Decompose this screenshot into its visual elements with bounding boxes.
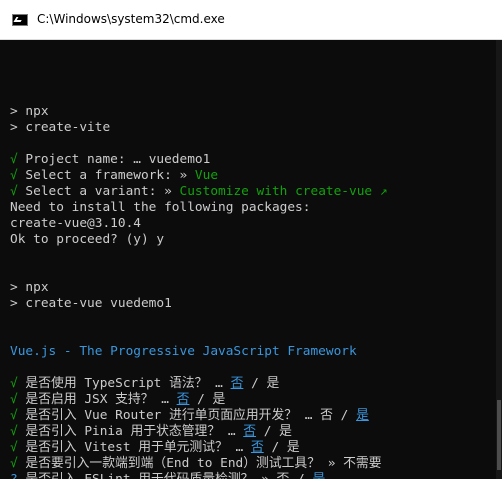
- terminal-text: √: [10, 184, 18, 199]
- terminal-text: 是: [356, 408, 369, 423]
- window-title: C:\Windows\system32\cmd.exe: [37, 12, 225, 26]
- terminal-line: Vue.js - The Progressive JavaScript Fram…: [10, 344, 357, 360]
- terminal-line: √ 是否引入 Vitest 用于单元测试？ … 否 / 是: [10, 440, 300, 456]
- terminal-text: √: [10, 152, 18, 167]
- terminal-line: Need to install the following packages:: [10, 200, 310, 216]
- terminal-text: > create-vue vuedemo1: [10, 296, 172, 311]
- terminal-line: ? 是否引入 ESLint 用于代码质量检测？ » 否 / 是: [10, 472, 325, 479]
- terminal-line: √ Project name: … vuedemo1: [10, 152, 210, 168]
- terminal-text: / 是: [243, 376, 280, 391]
- terminal-text: > create-vite: [10, 120, 111, 135]
- terminal-line: √ Select a variant: » Customize with cre…: [10, 184, 388, 200]
- terminal-line: > npx: [10, 104, 49, 120]
- terminal-line: √ 是否引入 Vue Router 进行单页面应用开发？ … 否 / 是: [10, 408, 369, 424]
- window-titlebar[interactable]: C:\Windows\system32\cmd.exe: [0, 0, 502, 40]
- terminal-line: > create-vue vuedemo1: [10, 296, 172, 312]
- scrollbar[interactable]: [496, 40, 502, 479]
- terminal-text: 是否引入 Vue Router 进行单页面应用开发？ … 否 /: [17, 408, 357, 423]
- terminal-icon: [12, 14, 28, 26]
- terminal-text: Need to install the following packages:: [10, 200, 311, 215]
- terminal-text: √: [10, 424, 18, 439]
- terminal-text: 是否引入 ESLint 用于代码质量检测？ » 否 /: [18, 472, 313, 479]
- terminal-text: √: [10, 392, 18, 407]
- terminal-text: Select a framework: »: [17, 168, 195, 183]
- terminal-text: √: [10, 408, 18, 423]
- terminal-line: > create-vite: [10, 120, 110, 136]
- terminal-text: 是: [312, 472, 325, 479]
- terminal-line: √ 是否要引入一款端到端（End to End）测试工具？ » 不需要: [10, 456, 382, 472]
- scrollbar-thumb[interactable]: [497, 400, 501, 470]
- terminal-text: √: [10, 376, 18, 391]
- terminal-text: create-vue@3.10.4: [10, 216, 141, 231]
- terminal-text: Vue: [194, 168, 219, 183]
- terminal-line: √ 是否使用 TypeScript 语法？ … 否 / 是: [10, 376, 279, 392]
- terminal-text: 是否引入 Vitest 用于单元测试？ …: [17, 440, 251, 455]
- terminal-text: 否: [250, 440, 264, 455]
- terminal-text: √: [10, 456, 18, 471]
- terminal-text: Select a variant: »: [17, 184, 180, 199]
- terminal-text: / 是: [256, 424, 292, 439]
- terminal-text: / 是: [263, 440, 300, 455]
- terminal-line: create-vue@3.10.4: [10, 216, 141, 232]
- terminal-line: Ok to proceed? (y) y: [10, 232, 164, 248]
- terminal-text: 否: [230, 376, 244, 391]
- terminal-text: √: [10, 440, 18, 455]
- terminal-text: 否: [243, 424, 257, 439]
- terminal-text: ?: [10, 472, 18, 479]
- terminal-text: > npx: [10, 280, 49, 295]
- terminal-line: > npx: [10, 280, 49, 296]
- terminal-text: Vue.js - The Progressive JavaScript Fram…: [10, 344, 357, 359]
- terminal-text: √: [10, 168, 18, 183]
- terminal-text: Ok to proceed? (y) y: [10, 232, 165, 247]
- terminal-text: 否: [176, 392, 190, 407]
- terminal-text: 是否引入 Pinia 用于状态管理？ …: [17, 424, 244, 439]
- terminal-text: 是否要引入一款端到端（End to End）测试工具？ » 不需要: [17, 456, 382, 471]
- terminal-text: 是否启用 JSX 支持？ …: [17, 392, 177, 407]
- terminal-text: / 是: [189, 392, 226, 407]
- terminal-text: Project name: … vuedemo1: [17, 152, 211, 167]
- terminal-line: √ 是否启用 JSX 支持？ … 否 / 是: [10, 392, 225, 408]
- terminal-line: √ 是否引入 Pinia 用于状态管理？ … 否 / 是: [10, 424, 292, 440]
- terminal-text: > npx: [10, 104, 49, 119]
- terminal-line: √ Select a framework: » Vue: [10, 168, 218, 184]
- terminal-text: Customize with create-vue ↗: [179, 184, 388, 199]
- terminal-text: 是否使用 TypeScript 语法？ …: [17, 376, 231, 391]
- console-output[interactable]: > npx > create-vite √ Project name: … vued…: [0, 40, 496, 479]
